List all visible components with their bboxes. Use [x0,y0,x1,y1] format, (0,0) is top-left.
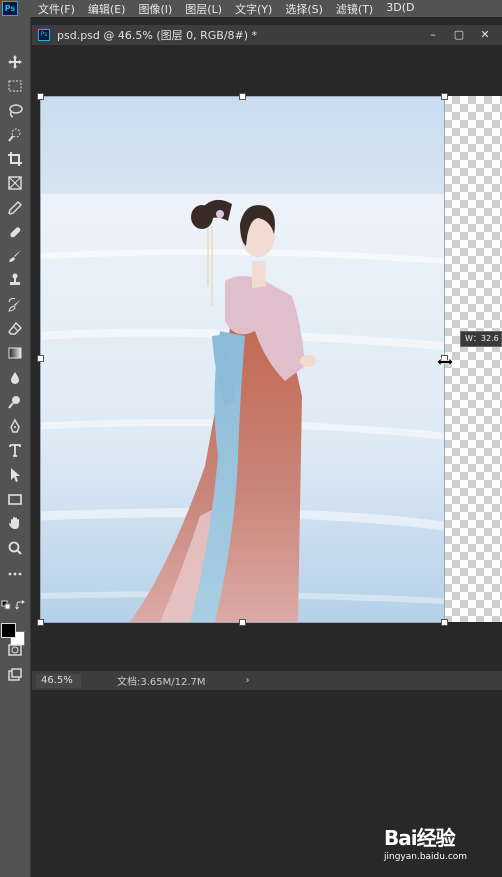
quick-mask-icon[interactable] [3,639,27,661]
menu-bar: Ps 文件(F) 编辑(E) 图像(I) 图层(L) 文字(Y) 选择(S) 滤… [0,0,502,17]
eraser-icon[interactable] [3,318,27,340]
transform-handle-middle-left[interactable] [37,355,44,362]
canvas-photo [40,96,444,622]
frame-icon[interactable] [3,172,27,194]
gradient-icon[interactable] [3,342,27,364]
status-bar: 46.5% 文档:3.65M/12.7M › [32,670,502,690]
transform-tooltip: W：32.6 [460,331,502,347]
screen-mode-icon[interactable] [3,664,27,686]
move-icon[interactable] [3,51,27,73]
watermark-brand: Bai经验 [384,826,456,850]
marquee-icon[interactable] [3,75,27,97]
foreground-color-swatch[interactable] [1,623,16,638]
hand-icon[interactable] [3,512,27,534]
lasso-icon[interactable] [3,100,27,122]
transform-handle-bottom-left[interactable] [37,619,44,626]
zoom-icon[interactable] [3,537,27,559]
restore-button[interactable]: ▢ [450,28,468,42]
menu-layer[interactable]: 图层(L) [185,1,222,17]
stamp-icon[interactable] [3,269,27,291]
transform-handle-top-right[interactable] [441,93,448,100]
menu-edit[interactable]: 编辑(E) [88,1,126,17]
path-select-icon[interactable] [3,464,27,486]
default-colors-icon[interactable] [1,600,13,612]
close-button[interactable]: ✕ [476,28,494,42]
pen-icon[interactable] [3,415,27,437]
document-ps-icon: Ps [38,29,50,41]
rectangle-icon[interactable] [3,488,27,510]
document-title[interactable]: psd.psd @ 46.5% (图层 0, RGB/8#) * [57,27,257,43]
crop-icon[interactable] [3,148,27,170]
menu-image[interactable]: 图像(I) [138,1,172,17]
type-icon[interactable] [3,439,27,461]
menu-items: 文件(F) 编辑(E) 图像(I) 图层(L) 文字(Y) 选择(S) 滤镜(T… [38,1,427,17]
menu-3d[interactable]: 3D(D [386,1,414,17]
document-tab-bar: Ps psd.psd @ 46.5% (图层 0, RGB/8#) * – ▢ … [32,25,502,46]
quick-select-icon[interactable] [3,124,27,146]
more-icon[interactable] [3,563,27,585]
history-brush-icon[interactable] [3,294,27,316]
menu-select[interactable]: 选择(S) [285,1,323,17]
horizontal-resize-cursor-icon [436,356,454,368]
transform-handle-bottom-right[interactable] [441,619,448,626]
tools-panel [0,17,31,877]
document-size-info[interactable]: 文档:3.65M/12.7M [117,673,206,688]
status-menu-arrow[interactable]: › [246,675,250,686]
menu-type[interactable]: 文字(Y) [235,1,272,17]
blur-icon[interactable] [3,367,27,389]
eyedropper-icon[interactable] [3,197,27,219]
baidu-watermark: Bai经验 jingyan.baidu.com [384,822,496,866]
menu-filter[interactable]: 滤镜(T) [336,1,373,17]
watermark-url: jingyan.baidu.com [384,852,468,862]
zoom-level-field[interactable]: 46.5% [36,673,81,688]
swap-colors-icon[interactable] [15,600,27,612]
transform-handle-top-left[interactable] [37,93,44,100]
brush-icon[interactable] [3,245,27,267]
photoshop-logo: Ps [2,1,18,16]
minimize-button[interactable]: – [424,28,442,42]
menu-file[interactable]: 文件(F) [38,1,75,17]
dodge-icon[interactable] [3,391,27,413]
healing-icon[interactable] [3,221,27,243]
transform-handle-bottom-center[interactable] [239,619,246,626]
transform-handle-top-center[interactable] [239,93,246,100]
